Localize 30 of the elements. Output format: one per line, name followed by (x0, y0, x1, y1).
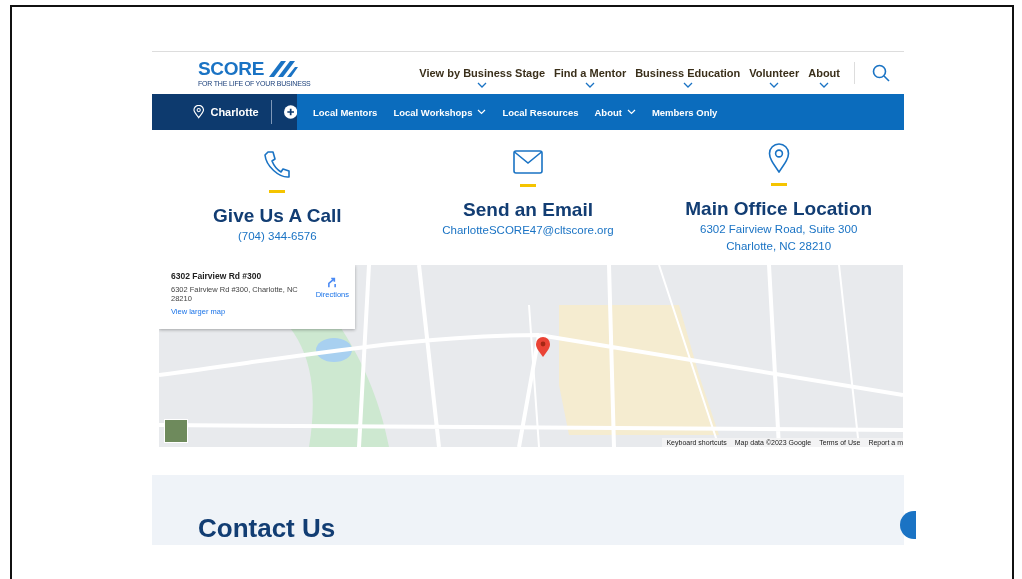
phone-icon (263, 150, 292, 180)
chapter-name[interactable]: Charlotte (210, 106, 259, 118)
chat-bubble-button[interactable] (900, 511, 916, 539)
nav-link[interactable]: Volunteer (749, 58, 800, 88)
chapter-nav-link[interactable]: Local Resources (502, 106, 579, 118)
location-pin-icon (193, 105, 205, 119)
envelope-icon (513, 150, 543, 174)
plus-circle-icon[interactable] (283, 105, 297, 119)
nav-link[interactable]: Business Education (635, 58, 741, 88)
nav-link[interactable]: View by Business Stage (419, 58, 546, 88)
contact-detail-link[interactable]: 6302 Fairview Road, Suite 300 (700, 221, 858, 237)
contact-detail-link[interactable]: Charlotte, NC 28210 (726, 238, 832, 254)
search-icon[interactable] (872, 64, 890, 82)
chapter-nav-link[interactable]: Local Workshops (393, 106, 487, 118)
chapter-nav-link[interactable]: About (594, 106, 636, 118)
location-pin-icon (767, 143, 790, 173)
street-view-thumbnail[interactable] (164, 419, 188, 443)
nav-link[interactable]: About (808, 58, 840, 88)
contact-card-title: Give Us A Call (213, 205, 342, 227)
contact-card-title: Main Office Location (685, 198, 873, 220)
section-heading: Contact Us (198, 513, 337, 543)
chapter-nav-link[interactable]: Members Only (651, 106, 718, 118)
location-marker-icon (536, 337, 550, 357)
place-name: 6302 Fairview Rd #300 (171, 271, 263, 281)
contact-detail-link[interactable]: CharlotteSCORE47@cltscore.org (442, 222, 614, 238)
nav-link[interactable]: Find a Mentor (554, 58, 627, 88)
chapter-nav-link[interactable]: Local Mentors (313, 106, 378, 118)
logo-wordmark: SCORE (198, 59, 265, 79)
contact-detail-link[interactable]: (704) 344-6576 (238, 228, 317, 244)
contact-card-title: Send an Email (463, 199, 593, 221)
